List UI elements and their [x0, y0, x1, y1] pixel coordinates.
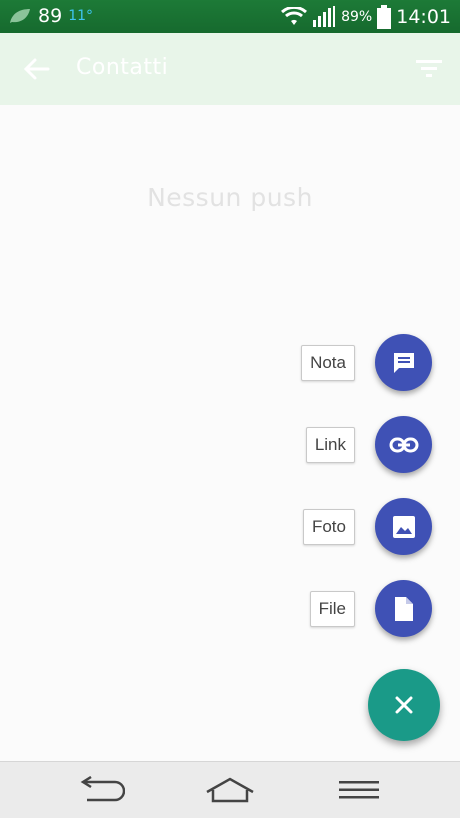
status-bar: 89 11° 89% 14:01	[0, 0, 460, 33]
filter-icon[interactable]	[416, 57, 442, 79]
status-left: 89 11°	[8, 5, 93, 27]
fab-label-link[interactable]: Link	[305, 426, 355, 463]
fab-label-nota[interactable]: Nota	[301, 344, 355, 381]
nav-back-button[interactable]	[76, 774, 126, 806]
link-icon	[389, 437, 418, 452]
home-nav-icon	[206, 777, 254, 803]
nav-home-button[interactable]	[205, 774, 255, 806]
navigation-bar	[0, 761, 460, 818]
clock: 14:01	[396, 6, 451, 28]
nota-button[interactable]	[375, 334, 432, 391]
file-button[interactable]	[375, 580, 432, 637]
close-fab-button[interactable]	[368, 669, 440, 741]
link-button[interactable]	[375, 416, 432, 473]
image-icon	[392, 515, 415, 538]
back-nav-icon	[80, 776, 125, 802]
leaf-icon	[10, 9, 30, 23]
message-icon	[393, 352, 414, 373]
nav-menu-button[interactable]	[334, 774, 384, 806]
app-bar: Contatti	[0, 33, 460, 105]
arrow-back-icon[interactable]	[20, 53, 52, 85]
fab-label-file[interactable]: File	[309, 590, 355, 627]
foto-button[interactable]	[375, 498, 432, 555]
signal-icon	[313, 6, 336, 27]
fab-item-file[interactable]: File	[309, 580, 432, 637]
page-title: Contatti	[76, 55, 169, 80]
notification-count: 89	[38, 5, 63, 27]
fab-item-foto[interactable]: Foto	[302, 498, 432, 555]
close-icon	[395, 696, 413, 714]
battery-icon	[377, 5, 392, 29]
battery-percent: 89%	[341, 9, 373, 25]
menu-nav-icon	[339, 781, 379, 799]
fab-label-foto[interactable]: Foto	[302, 508, 355, 545]
fab-item-link[interactable]: Link	[305, 416, 432, 473]
wifi-icon	[281, 7, 308, 25]
temperature: 11°	[68, 8, 94, 24]
fab-item-nota[interactable]: Nota	[301, 334, 432, 391]
status-right: 89% 14:01	[281, 5, 451, 29]
empty-state-text: Nessun push	[147, 183, 313, 212]
file-icon	[394, 596, 413, 621]
